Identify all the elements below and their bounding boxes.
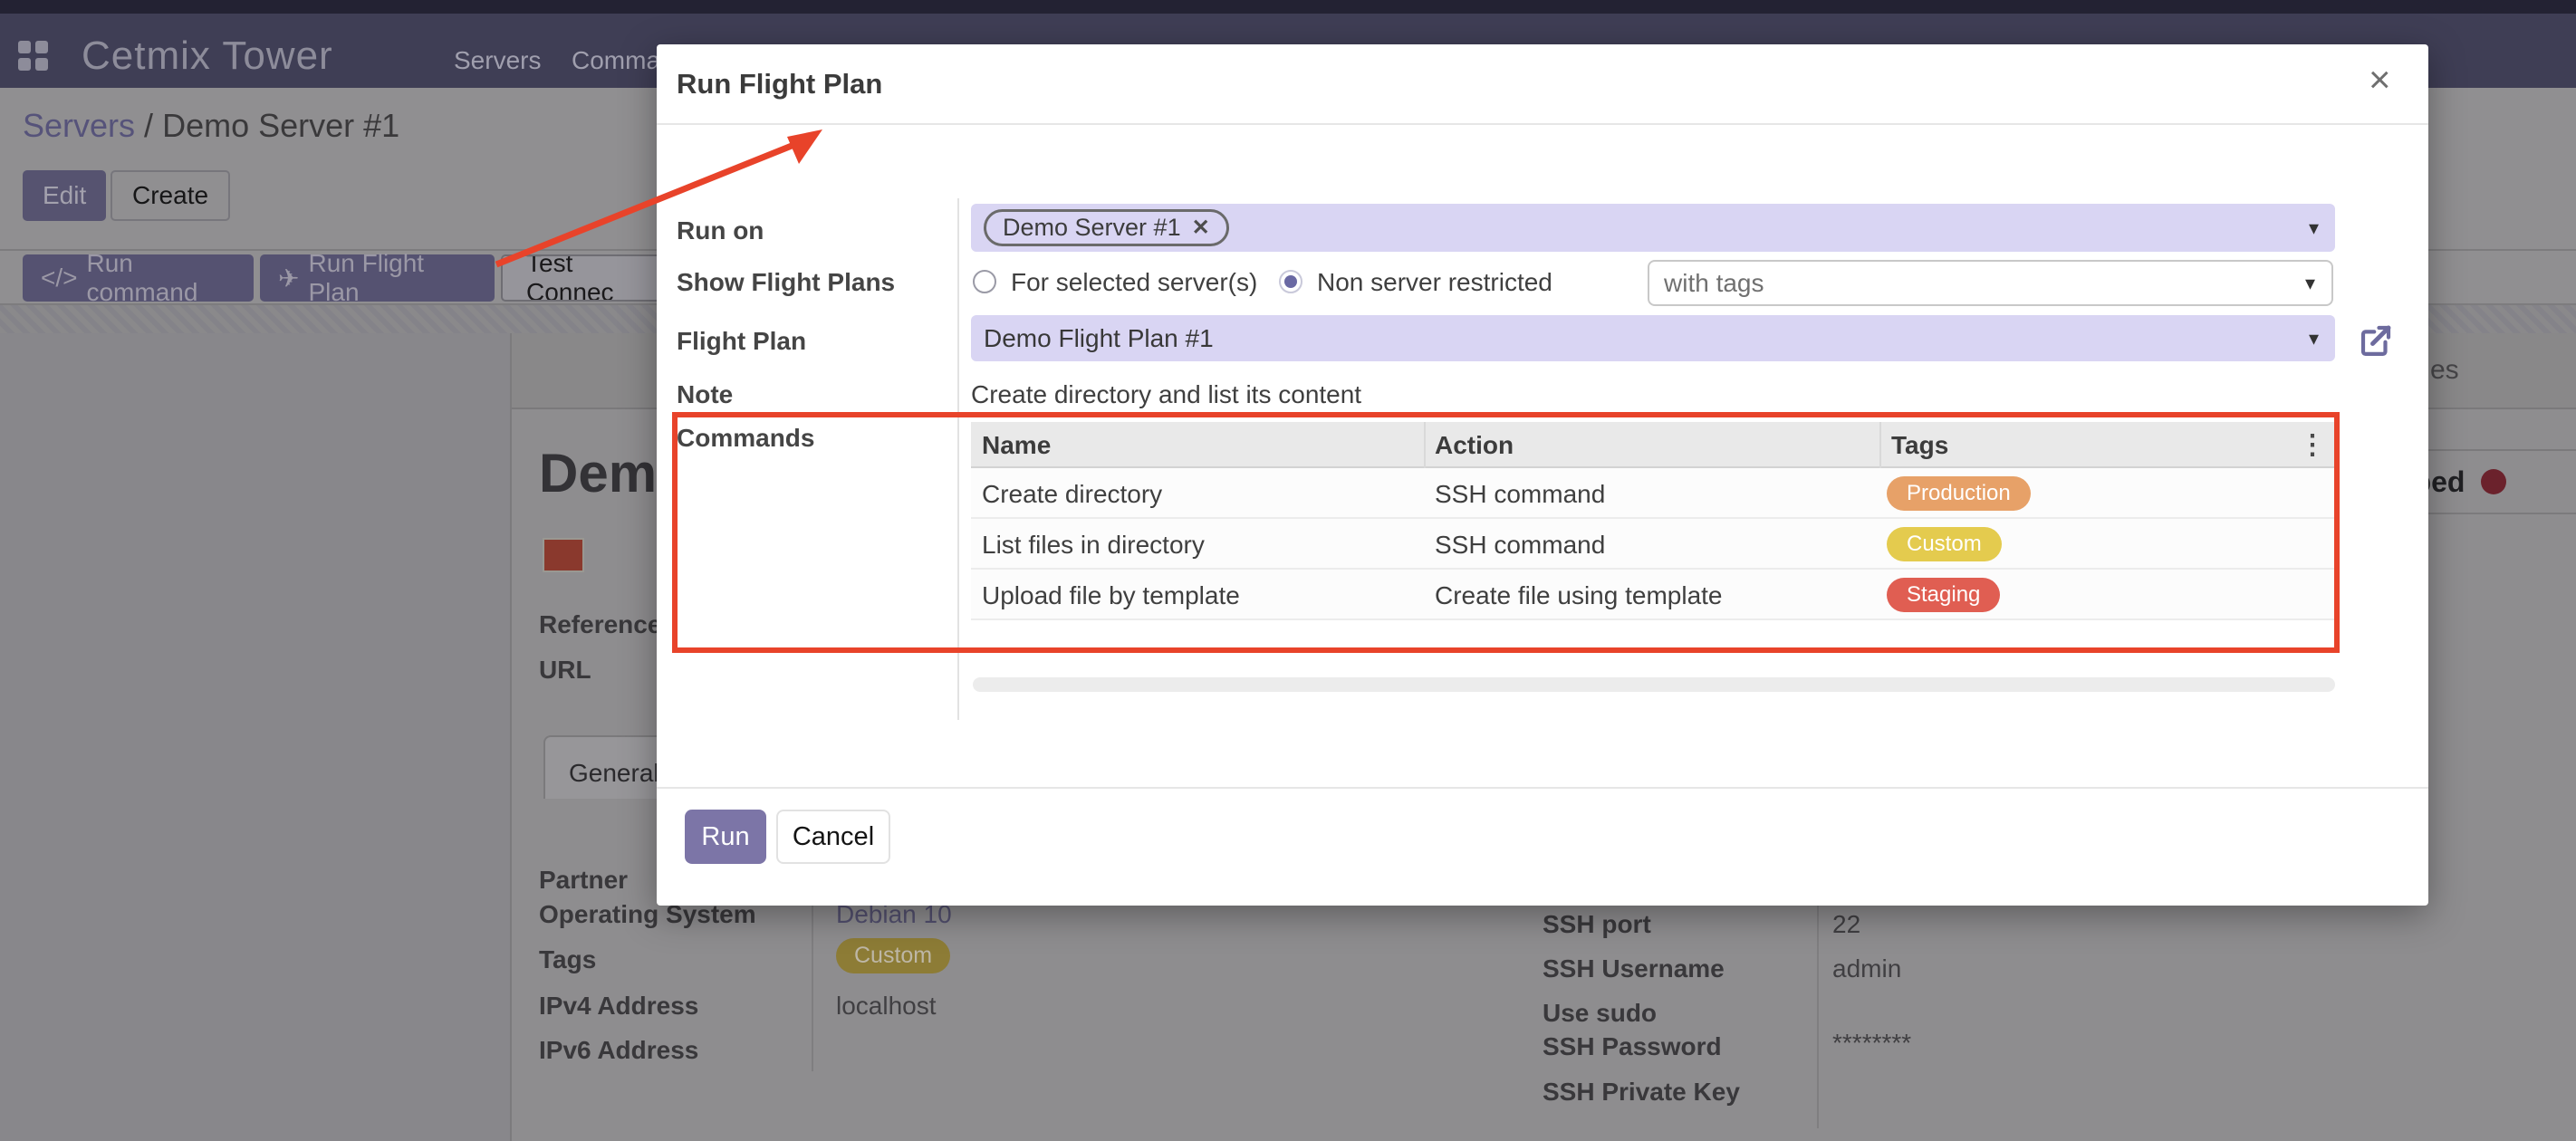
optional-columns-icon[interactable]: ⋮: [2299, 429, 2326, 461]
tag-badge: Production: [1887, 476, 2031, 511]
run-flight-plan-modal: Run Flight Plan × Run on Demo Server #1 …: [657, 44, 2428, 906]
note-label: Note: [677, 380, 733, 409]
tag-badge: Staging: [1887, 578, 2000, 612]
table-row[interactable]: Create directory SSH command Production: [971, 468, 2335, 519]
url-label: URL: [539, 656, 591, 685]
plane-icon: ✈: [278, 264, 299, 293]
run-button[interactable]: Run: [685, 810, 766, 864]
modal-title: Run Flight Plan: [677, 68, 882, 101]
radio-non-server-restricted-label[interactable]: Non server restricted: [1317, 268, 1552, 297]
server-color-swatch[interactable]: [543, 538, 584, 572]
commands-table: Name Action Tags ⋮ Create directory SSH …: [971, 422, 2335, 620]
chip-remove-icon[interactable]: ✕: [1192, 215, 1210, 241]
run-on-label: Run on: [677, 216, 764, 245]
ssh-port-label: SSH port: [1543, 910, 1651, 939]
commands-table-header: Name Action Tags ⋮: [971, 422, 2335, 468]
breadcrumb: Servers / Demo Server #1: [23, 107, 399, 145]
commands-label: Commands: [677, 424, 814, 453]
ssh-username-value: admin: [1832, 954, 1901, 983]
chevron-down-icon[interactable]: ▾: [2309, 216, 2319, 240]
tags-label: Tags: [539, 945, 596, 974]
ssh-password-label: SSH Password: [1543, 1032, 1722, 1061]
radio-for-selected-servers-label[interactable]: For selected server(s): [1011, 268, 1257, 297]
column-separator: [1879, 422, 1881, 468]
external-link-icon[interactable]: [2357, 321, 2395, 364]
ssh-username-label: SSH Username: [1543, 954, 1725, 983]
breadcrumb-separator: /: [144, 107, 153, 144]
horizontal-scrollbar[interactable]: [973, 677, 2335, 692]
edit-button[interactable]: Edit: [23, 170, 106, 221]
run-flight-plan-button[interactable]: ✈ Run Flight Plan: [260, 254, 495, 302]
close-icon[interactable]: ×: [2369, 61, 2391, 99]
ipv4-value: localhost: [836, 992, 937, 1021]
app-brand[interactable]: Cetmix Tower: [82, 34, 333, 79]
col-header-tags[interactable]: Tags: [1891, 431, 1948, 460]
note-value: Create directory and list its content: [971, 380, 1361, 409]
page-left-margin: [0, 333, 510, 1141]
breadcrumb-servers-link[interactable]: Servers: [23, 107, 135, 144]
flight-plan-select[interactable]: Demo Flight Plan #1 ▾: [971, 315, 2335, 361]
run-command-button[interactable]: </> Run command: [23, 254, 254, 302]
use-sudo-label: Use sudo: [1543, 999, 1657, 1028]
ssh-private-key-label: SSH Private Key: [1543, 1078, 1740, 1107]
breadcrumb-record: Demo Server #1: [162, 107, 399, 144]
tag-badge: Custom: [1887, 527, 2002, 561]
modal-header-divider: [657, 123, 2428, 125]
chevron-down-icon: ▾: [2309, 327, 2319, 350]
ipv4-label: IPv4 Address: [539, 992, 698, 1021]
table-row[interactable]: Upload file by template Create file usin…: [971, 570, 2335, 620]
nav-item-servers[interactable]: Servers: [454, 46, 541, 75]
col-header-action[interactable]: Action: [1435, 431, 1514, 460]
sheet-header-text-partial: es: [2430, 355, 2459, 386]
reference-label: Reference: [539, 610, 661, 639]
field-separator: [1817, 902, 1819, 1128]
create-button[interactable]: Create: [111, 170, 230, 221]
radio-non-server-restricted[interactable]: [1279, 270, 1302, 293]
col-header-name[interactable]: Name: [982, 431, 1051, 460]
cancel-button[interactable]: Cancel: [776, 810, 890, 864]
run-on-field[interactable]: Demo Server #1 ✕ ▾: [971, 204, 2335, 252]
table-row[interactable]: List files in directory SSH command Cust…: [971, 519, 2335, 570]
radio-for-selected-servers[interactable]: [973, 270, 996, 293]
ssh-password-value: ********: [1832, 1029, 1911, 1058]
stopped-status-dot: [2481, 469, 2506, 494]
column-separator: [1424, 422, 1426, 468]
run-on-server-chip[interactable]: Demo Server #1 ✕: [984, 209, 1229, 246]
code-icon: </>: [41, 264, 77, 292]
partner-label: Partner: [539, 866, 628, 895]
flight-plan-label: Flight Plan: [677, 327, 806, 356]
ssh-port-value: 22: [1832, 910, 1860, 939]
chevron-down-icon: ▾: [2305, 272, 2315, 295]
modal-footer-divider: [657, 787, 2428, 789]
modal-label-separator: [957, 198, 959, 720]
show-flight-plans-label: Show Flight Plans: [677, 268, 895, 297]
test-connection-button[interactable]: Test Connec: [501, 254, 682, 302]
tags-filter-select[interactable]: with tags ▾: [1648, 260, 2333, 306]
window-top-strip: [0, 0, 2576, 14]
screen: Cetmix Tower Servers Commands Files Tool…: [0, 0, 2576, 1141]
ipv6-label: IPv6 Address: [539, 1036, 698, 1065]
server-tag-custom: Custom: [836, 938, 950, 973]
apps-grid-icon[interactable]: [18, 41, 49, 72]
